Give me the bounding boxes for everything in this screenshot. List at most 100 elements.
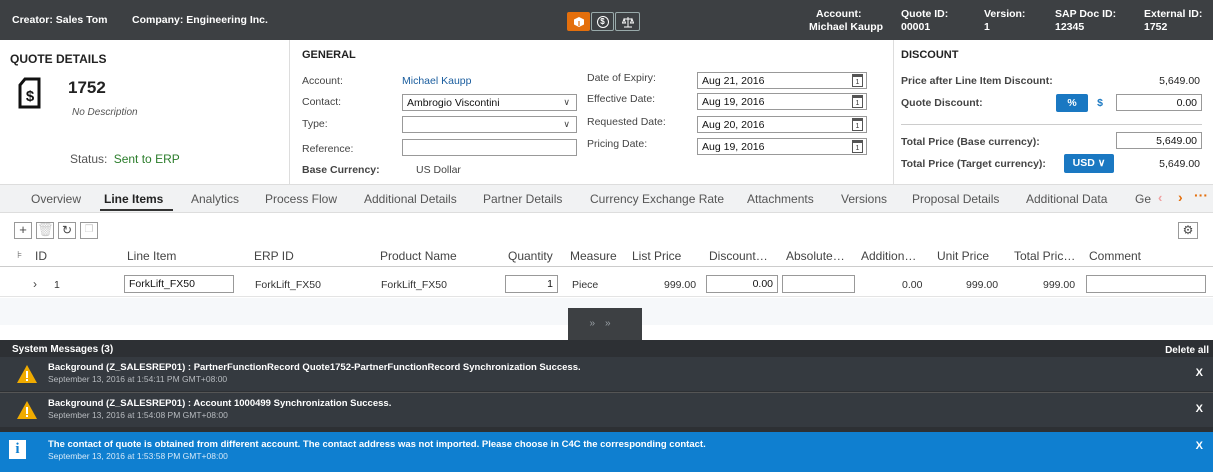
tab-versions[interactable]: Versions [841, 192, 887, 206]
scroll-left-icon[interactable]: ‹ [1158, 190, 1162, 205]
total-base-input[interactable]: 5,649.00 [1116, 132, 1202, 149]
expand-row-icon[interactable]: › [33, 277, 37, 291]
quote-description: No Description [72, 107, 138, 118]
tab-proposal-details[interactable]: Proposal Details [912, 192, 999, 206]
add-line-item-button[interactable]: + [14, 222, 32, 239]
col-discount[interactable]: Discount… [709, 249, 768, 263]
quote-document-icon: $ [18, 77, 41, 109]
dollar-toggle[interactable]: $ [1088, 94, 1112, 112]
calendar-icon[interactable]: 1 [852, 118, 863, 131]
gear-icon: ⚙ [1182, 223, 1194, 237]
col-measure[interactable]: Measure [570, 249, 617, 263]
effective-date-input[interactable]: Aug 19, 2016 1 [697, 93, 867, 110]
refresh-button[interactable]: ↻ [58, 222, 76, 239]
type-label: Type: [302, 118, 328, 130]
discount-divider [901, 124, 1202, 125]
quote-status-label: Status: [70, 152, 108, 166]
trash-icon: 🗑 [37, 222, 54, 237]
tab-line-items[interactable]: Line Items [104, 192, 163, 206]
quote-details-title: QUOTE DETAILS [10, 52, 107, 66]
col-line-item[interactable]: Line Item [127, 249, 176, 263]
calendar-icon[interactable]: 1 [852, 74, 863, 87]
row-discount-input[interactable]: 0.00 [706, 275, 778, 293]
tab-analytics[interactable]: Analytics [191, 192, 239, 206]
col-erp-id[interactable]: ERP ID [254, 249, 294, 263]
row-line-item-input[interactable]: ForkLift_FX50 [124, 275, 234, 293]
percent-toggle[interactable]: % [1056, 94, 1088, 112]
box-icon [573, 16, 584, 27]
tab-additional-details[interactable]: Additional Details [364, 192, 457, 206]
type-select[interactable]: ∨ [402, 116, 577, 133]
dismiss-message-button[interactable]: X [1196, 440, 1203, 452]
pricing-date-input[interactable]: Aug 19, 2016 1 [697, 138, 867, 155]
row-quantity-input[interactable]: 1 [505, 275, 558, 293]
scroll-right-icon[interactable]: › [1178, 189, 1183, 205]
requested-value: Aug 20, 2016 [702, 119, 765, 131]
tab-attachments[interactable]: Attachments [747, 192, 814, 206]
tab-bar: Overview Line Items Analytics Process Fl… [0, 184, 1213, 213]
legal-view-button[interactable] [615, 12, 640, 31]
col-addition[interactable]: Addition… [861, 249, 916, 263]
tab-additional-data[interactable]: Additional Data [1026, 192, 1107, 206]
header-account-value: Michael Kaupp [809, 21, 884, 33]
row-id[interactable]: 1 [54, 279, 60, 291]
col-comment[interactable]: Comment [1089, 249, 1141, 263]
col-id[interactable]: ID [35, 249, 47, 263]
box-view-button[interactable] [567, 12, 590, 31]
col-absolute[interactable]: Absolute… [786, 249, 845, 263]
col-list-price[interactable]: List Price [632, 249, 681, 263]
target-currency-select[interactable]: USD ∨ [1064, 154, 1114, 173]
base-currency-label: Base Currency: [302, 164, 380, 176]
top-header-bar: Creator: Sales Tom Company: Engineering … [0, 0, 1213, 40]
copy-icon: ❐ [84, 224, 94, 235]
requested-date-input[interactable]: Aug 20, 2016 1 [697, 116, 867, 133]
quote-discount-input[interactable]: 0.00 [1116, 94, 1202, 111]
row-measure: Piece [572, 279, 599, 291]
col-total-price[interactable]: Total Pric… [1014, 249, 1075, 263]
copy-button[interactable]: ❐ [80, 222, 98, 239]
header-version-value: 1 [984, 21, 990, 33]
header-version-label: Version: [984, 8, 1026, 20]
tab-overview[interactable]: Overview [31, 192, 81, 206]
header-external-value: 1752 [1144, 21, 1168, 33]
warning-icon [17, 365, 37, 383]
base-currency-value: US Dollar [416, 164, 461, 176]
delete-line-item-button[interactable]: 🗑 [36, 222, 54, 239]
calendar-icon[interactable]: 1 [852, 140, 863, 153]
contact-select[interactable]: Ambrogio Viscontini ∨ [402, 94, 577, 111]
more-tabs-icon[interactable]: ··· [1194, 187, 1208, 203]
pricing-value: Aug 19, 2016 [702, 141, 765, 153]
plus-icon: + [19, 222, 27, 237]
tab-currency-exchange-rate[interactable]: Currency Exchange Rate [590, 192, 724, 206]
header-quote-id-label: Quote ID: [901, 8, 949, 20]
reference-input[interactable] [402, 139, 577, 156]
tab-process-flow[interactable]: Process Flow [265, 192, 337, 206]
row-comment-input[interactable] [1086, 275, 1206, 293]
row-total-price: 999.00 [1043, 279, 1076, 291]
creator-text: Creator: Sales Tom [12, 14, 108, 26]
header-sap-value: 12345 [1055, 21, 1085, 33]
reference-label: Reference: [302, 143, 354, 155]
table-settings-button[interactable]: ⚙ [1178, 222, 1198, 239]
tab-overflow[interactable]: Ge [1135, 192, 1151, 206]
collapse-messages-handle[interactable]: »» [568, 308, 642, 340]
header-quote-id-value: 00001 [901, 21, 931, 33]
discount-panel: DISCOUNT Price after Line Item Discount:… [893, 40, 1213, 184]
row-product-link[interactable]: ForkLift_FX50 [381, 279, 447, 291]
col-quantity[interactable]: Quantity [508, 249, 553, 263]
dismiss-message-button[interactable]: X [1196, 367, 1203, 379]
dismiss-message-button[interactable]: X [1196, 403, 1203, 415]
col-product-name[interactable]: Product Name [380, 249, 457, 263]
tab-partner-details[interactable]: Partner Details [483, 192, 562, 206]
pricing-view-button[interactable]: $ [591, 12, 614, 31]
calendar-icon[interactable]: 1 [852, 95, 863, 108]
delete-all-button[interactable]: Delete all [1165, 345, 1209, 356]
header-external-id: External ID: 1752 [1144, 8, 1202, 34]
col-unit-price[interactable]: Unit Price [937, 249, 989, 263]
message-item: Background (Z_SALESREP01) : Account 1000… [0, 393, 1213, 427]
expiry-value: Aug 21, 2016 [702, 75, 765, 87]
header-sap-label: SAP Doc ID: [1055, 8, 1117, 20]
row-absolute-input[interactable] [782, 275, 855, 293]
expiry-date-input[interactable]: Aug 21, 2016 1 [697, 72, 867, 89]
account-link[interactable]: Michael Kaupp [402, 75, 471, 87]
